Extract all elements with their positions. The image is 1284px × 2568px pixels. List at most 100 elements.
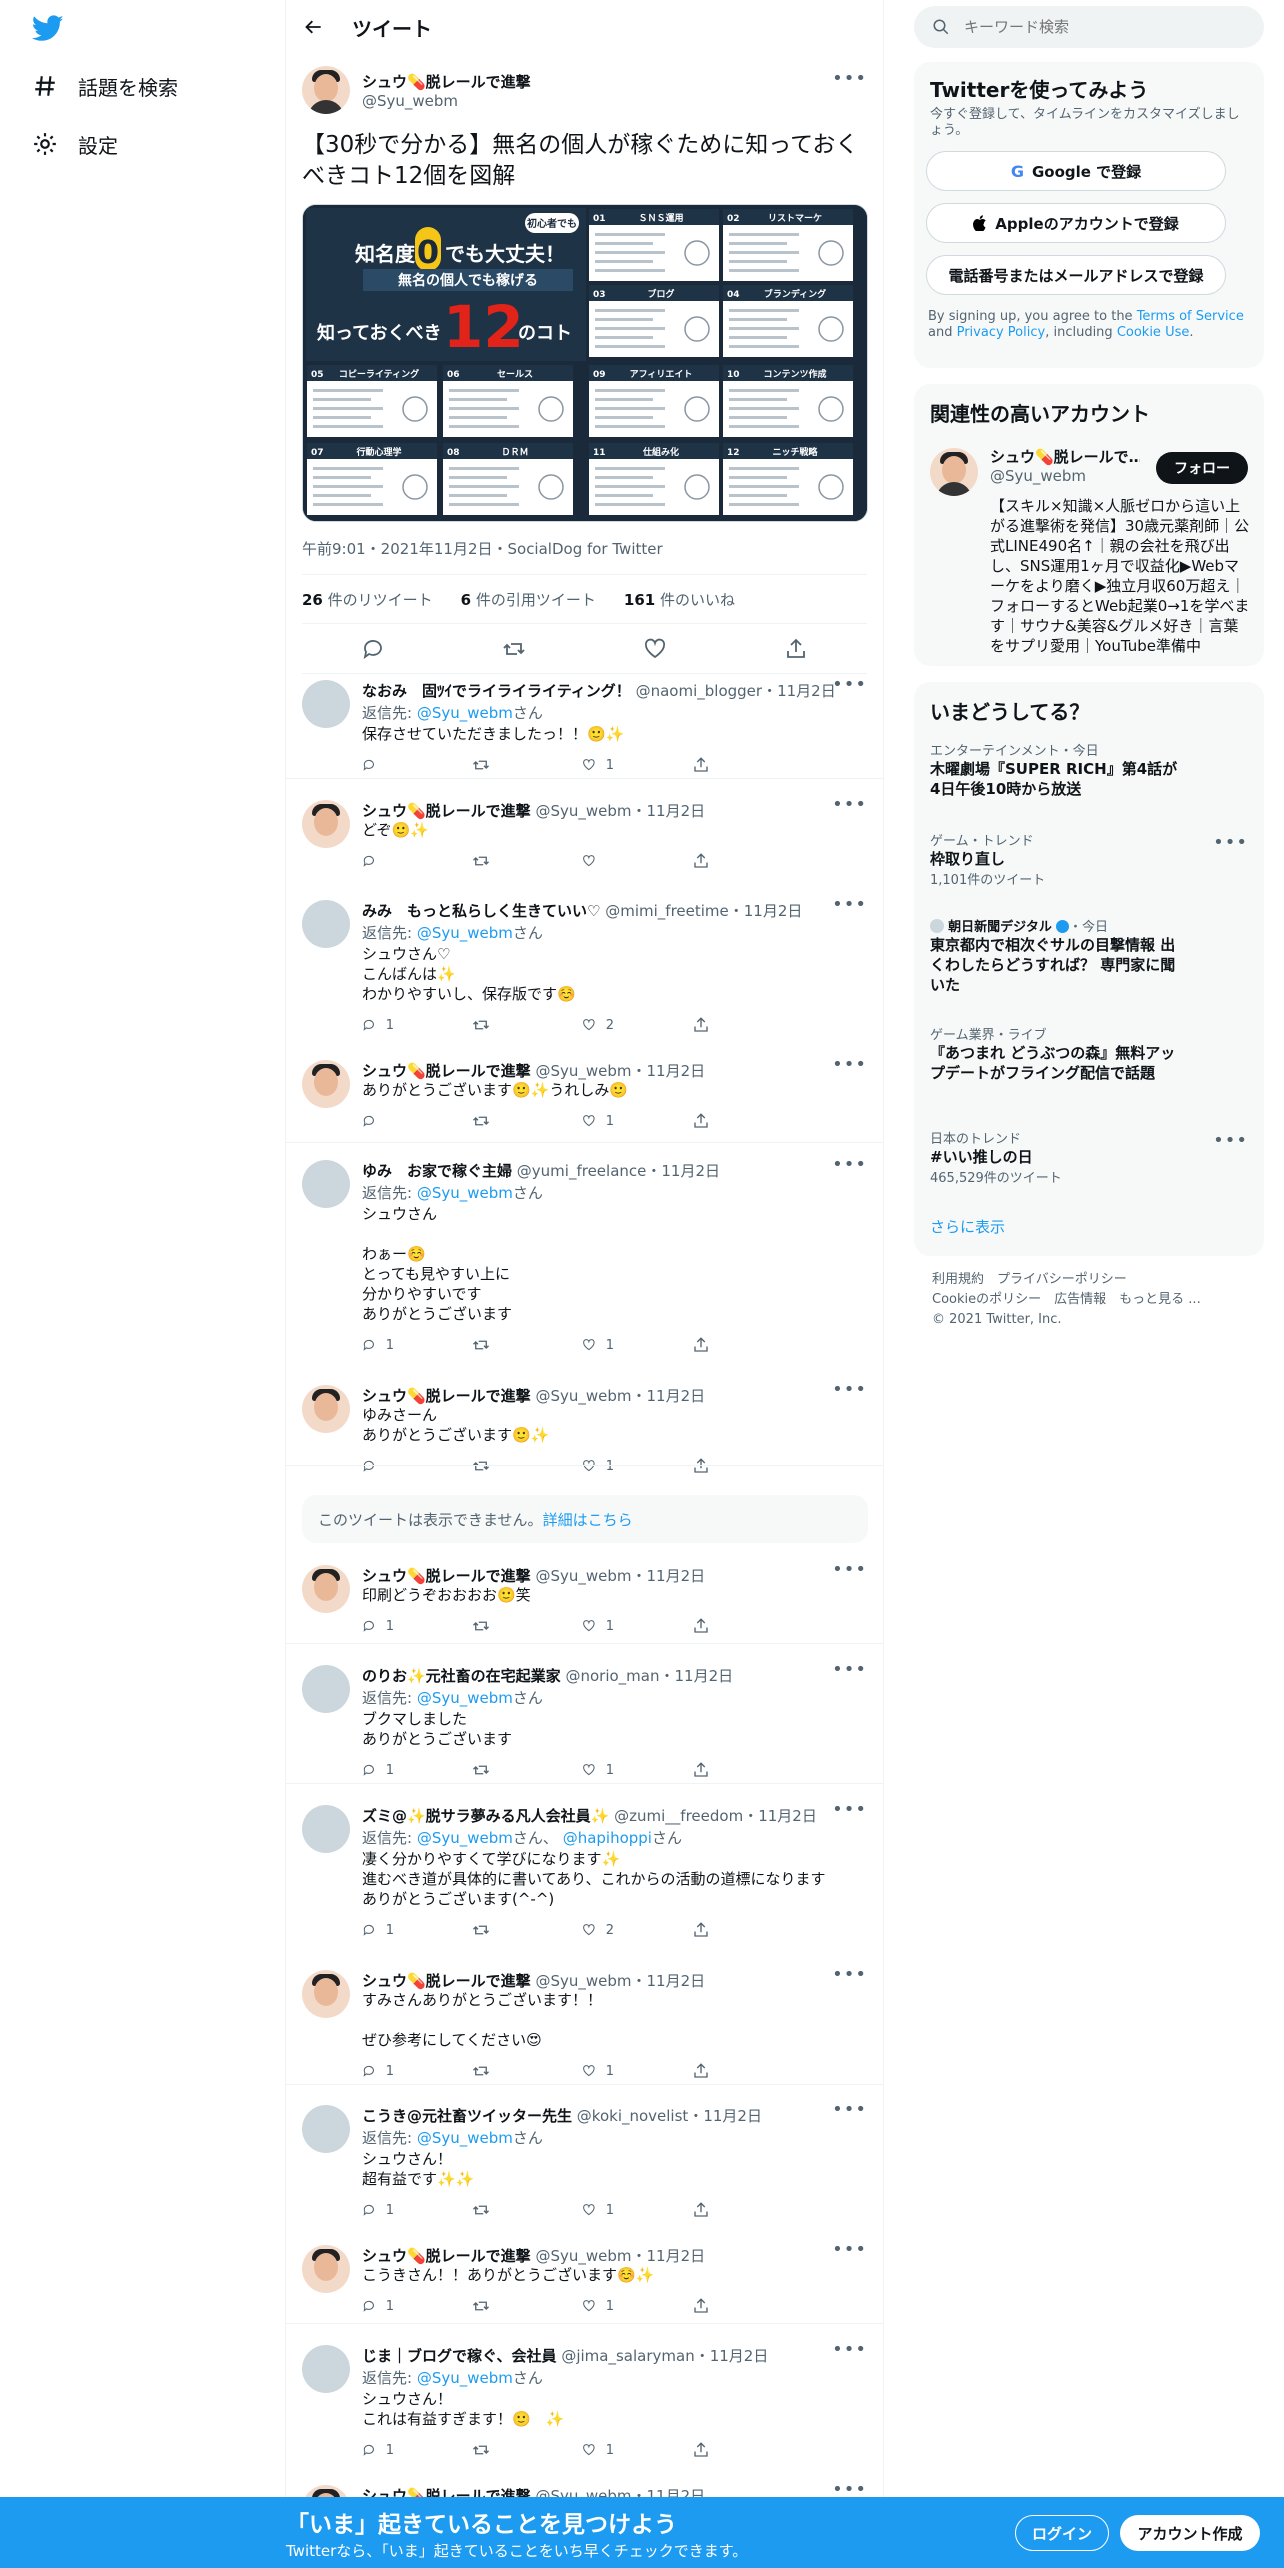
share-icon[interactable] <box>692 852 710 870</box>
footer-more[interactable]: もっと見る ... <box>1119 1292 1201 1307</box>
mention-link[interactable]: @Syu_webm <box>417 704 513 722</box>
nav-explore[interactable]: 話題を検索 <box>32 68 178 104</box>
trend-item[interactable]: エンターテインメント・今日 木曜劇場『SUPER RICH』第4話が4日午後10… <box>914 740 1264 799</box>
more-options-icon[interactable]: ••• <box>832 2239 867 2260</box>
reply-author-handle[interactable]: @koki_novelist <box>577 2107 689 2125</box>
avatar[interactable] <box>302 2105 350 2153</box>
share-icon[interactable] <box>692 1457 710 1475</box>
more-options-icon[interactable]: ••• <box>832 1799 867 1820</box>
reply-date[interactable]: ・11月2日 <box>632 1062 706 1080</box>
like-count[interactable]: 161 件のいいね <box>624 589 735 610</box>
tweet-image[interactable]: 初心者でも 知名度 0 でも大丈夫！ 無名の個人でも稼げる 知っておくべき 12… <box>302 204 868 522</box>
mention-link[interactable]: @Syu_webm <box>417 1689 513 1707</box>
trend-more-icon[interactable]: ••• <box>1213 832 1248 853</box>
avatar[interactable] <box>302 1385 350 1433</box>
like-icon[interactable] <box>582 2201 596 2219</box>
reply-icon[interactable] <box>361 637 385 661</box>
reply-author-handle[interactable]: @Syu_webm <box>535 2247 631 2265</box>
mention-link[interactable]: @Syu_webm <box>417 2129 513 2147</box>
retweet-icon[interactable] <box>472 2441 490 2459</box>
nav-settings[interactable]: 設定 <box>32 126 118 162</box>
mention-link[interactable]: @Syu_webm <box>417 1829 513 1847</box>
show-more-link[interactable]: さらに表示 <box>930 1216 1005 1237</box>
reply-author-handle[interactable]: @naomi_blogger <box>636 682 762 700</box>
avatar[interactable] <box>302 1060 350 1108</box>
avatar[interactable] <box>302 1970 350 2018</box>
more-options-icon[interactable]: ••• <box>832 1964 867 1985</box>
reply-icon[interactable] <box>362 852 376 870</box>
footer-privacy[interactable]: プライバシーポリシー <box>997 1272 1127 1287</box>
reply-date[interactable]: ・11月2日 <box>729 902 803 920</box>
share-icon[interactable] <box>692 1336 710 1354</box>
retweet-icon[interactable] <box>472 2297 490 2315</box>
share-icon[interactable] <box>692 2062 710 2080</box>
retweet-icon[interactable] <box>472 1457 490 1475</box>
apple-signup-button[interactable]: Appleのアカウントで登録 <box>926 203 1226 243</box>
more-options-icon[interactable]: ••• <box>832 68 867 89</box>
retweet-icon[interactable] <box>472 2201 490 2219</box>
mention-link[interactable]: @Syu_webm <box>417 924 513 942</box>
reply-icon[interactable] <box>362 1921 376 1939</box>
twitter-logo-icon[interactable] <box>30 12 66 44</box>
like-icon[interactable] <box>582 1761 596 1779</box>
more-options-icon[interactable]: ••• <box>832 794 867 815</box>
share-icon[interactable] <box>692 1112 710 1130</box>
avatar[interactable] <box>302 2345 350 2393</box>
back-arrow-icon[interactable] <box>304 17 324 37</box>
privacy-link[interactable]: Privacy Policy <box>957 325 1046 340</box>
footer-ads[interactable]: 広告情報 <box>1054 1292 1106 1307</box>
like-icon[interactable] <box>582 1112 596 1130</box>
share-icon[interactable] <box>692 756 710 774</box>
reply-icon[interactable] <box>362 1112 376 1130</box>
reply-author-name[interactable]: シュウ💊脱レールで進撃 <box>362 1062 531 1080</box>
more-options-icon[interactable]: ••• <box>832 1559 867 1580</box>
footer-terms[interactable]: 利用規約 <box>932 1272 984 1287</box>
like-icon[interactable] <box>582 1336 596 1354</box>
reply-icon[interactable] <box>362 1457 376 1475</box>
reply-author-name[interactable]: ゆみ お家で稼ぐ主婦 <box>362 1162 512 1180</box>
reply-author-name[interactable]: じま｜ブログで稼ぐ、会社員 <box>362 2347 557 2365</box>
share-icon[interactable] <box>692 1921 710 1939</box>
reply-author-name[interactable]: こうき@元社畜ツイッター先生 <box>362 2107 572 2125</box>
reply-tweet[interactable]: のりお✨元社畜の在宅起業家 @norio_man・11月2日 返信先: @Syu_… <box>286 1655 883 1783</box>
login-button[interactable]: ログイン <box>1015 2515 1109 2551</box>
reply-icon[interactable] <box>362 1336 376 1354</box>
retweet-icon[interactable] <box>472 852 490 870</box>
like-icon[interactable] <box>582 852 596 870</box>
share-icon[interactable] <box>692 2297 710 2315</box>
reply-author-handle[interactable]: @mimi_freetime <box>605 902 729 920</box>
retweet-icon[interactable] <box>472 1921 490 1939</box>
reply-date[interactable]: ・11月2日 <box>632 1972 706 1990</box>
reply-date[interactable]: ・11月2日 <box>743 1807 817 1825</box>
related-avatar[interactable] <box>930 448 978 496</box>
like-icon[interactable] <box>643 637 667 661</box>
retweet-icon[interactable] <box>472 1112 490 1130</box>
like-icon[interactable] <box>582 2441 596 2459</box>
reply-author-name[interactable]: シュウ💊脱レールで進撃 <box>362 802 531 820</box>
avatar[interactable] <box>302 2245 350 2293</box>
reply-date[interactable]: ・11月2日 <box>632 2247 706 2265</box>
reply-date[interactable]: ・11月2日 <box>659 1667 733 1685</box>
more-options-icon[interactable]: ••• <box>832 1379 867 1400</box>
search-input[interactable] <box>964 18 1224 36</box>
trend-more-icon[interactable]: ••• <box>1213 1130 1248 1151</box>
share-icon[interactable] <box>784 637 808 661</box>
footer-cookie[interactable]: Cookieのポリシー <box>932 1292 1041 1307</box>
like-icon[interactable] <box>582 756 596 774</box>
avatar[interactable] <box>302 800 350 848</box>
learn-more-link[interactable]: 詳細はこちら <box>543 1509 633 1530</box>
related-name[interactable]: シュウ💊脱レールで… <box>990 446 1140 467</box>
reply-author-name[interactable]: ズミ@✨脱サラ夢みる凡人会社員✨ <box>362 1807 609 1825</box>
more-options-icon[interactable]: ••• <box>832 2099 867 2120</box>
reply-date[interactable]: ・11月2日 <box>632 1567 706 1585</box>
retweet-icon[interactable] <box>472 1336 490 1354</box>
reply-tweet[interactable]: シュウ💊脱レールで進撃 @Syu_webm・11月2日 ゆみさーん ありがとうござ… <box>286 1375 883 1474</box>
reply-tweet[interactable]: みみ もっと私らしく生きていい♡ @mimi_freetime・11月2日 返信先… <box>286 890 883 1038</box>
more-options-icon[interactable]: ••• <box>832 674 867 695</box>
like-icon[interactable] <box>582 1617 596 1635</box>
reply-icon[interactable] <box>362 2297 376 2315</box>
avatar[interactable] <box>302 66 350 114</box>
tweet-timestamp[interactable]: 午前9:01・2021年11月2日・SocialDog for Twitter <box>302 538 867 558</box>
reply-author-name[interactable]: シュウ💊脱レールで進撃 <box>362 1972 531 1990</box>
share-icon[interactable] <box>692 2201 710 2219</box>
